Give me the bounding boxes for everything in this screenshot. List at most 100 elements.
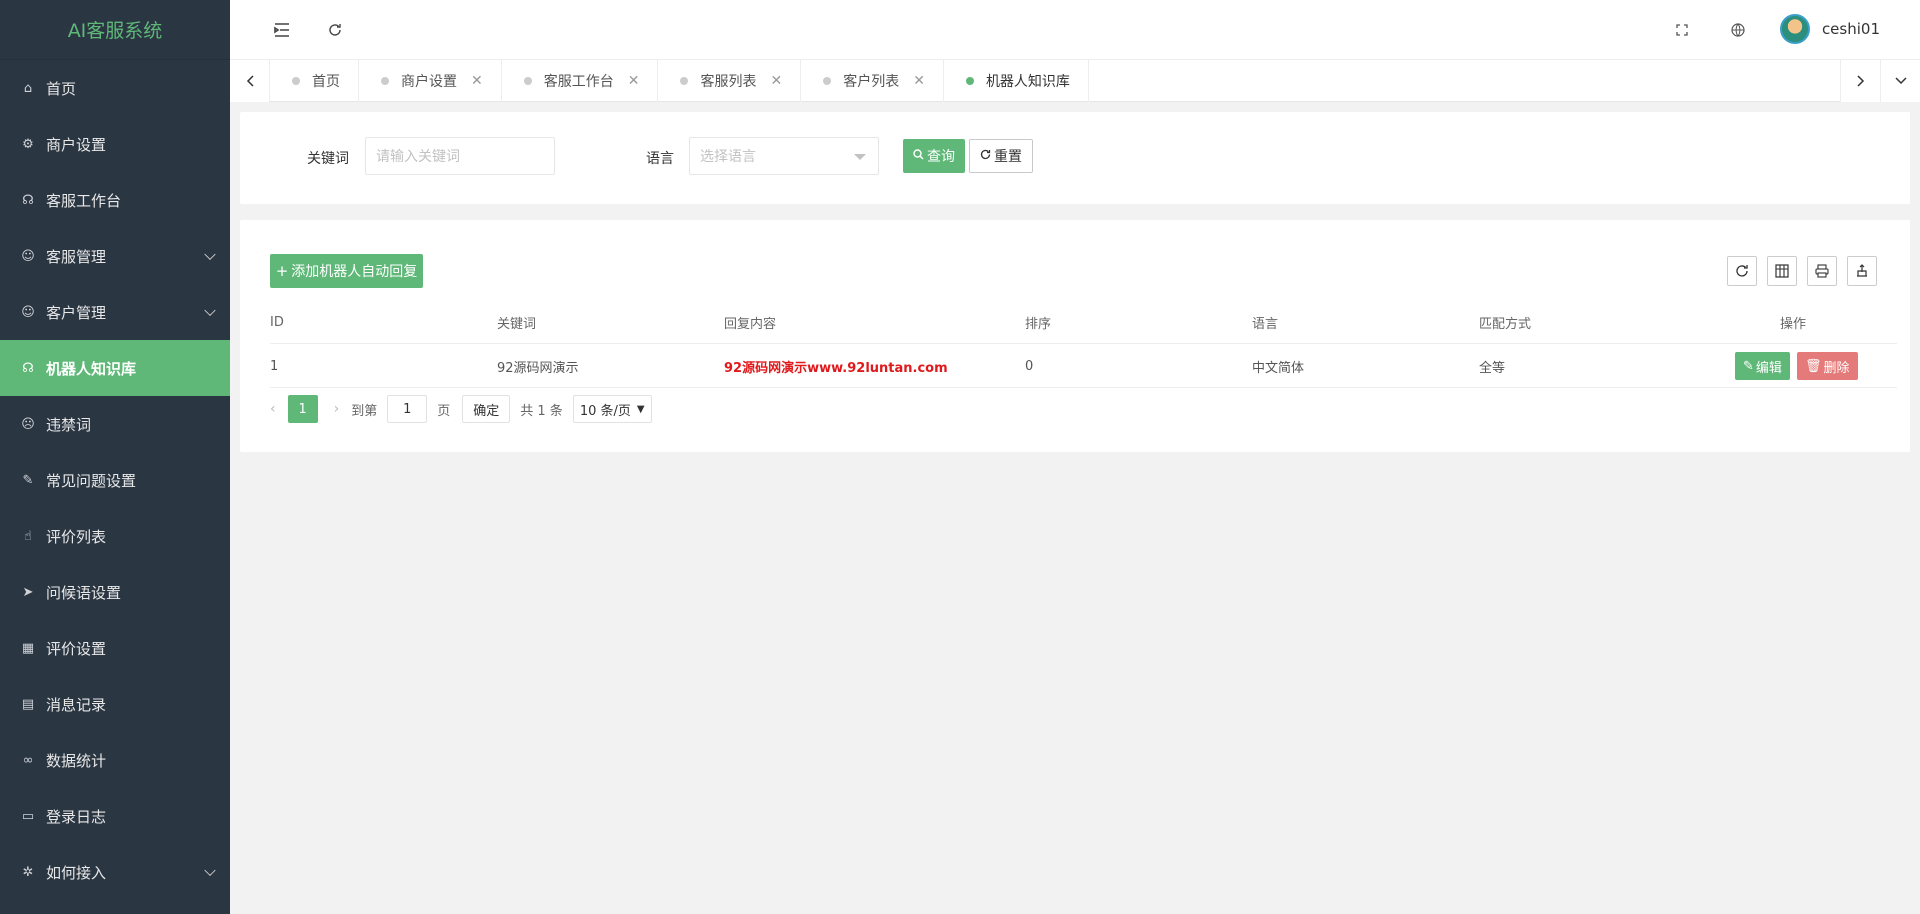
menu-toggle-icon[interactable]	[270, 18, 294, 42]
calendar-icon: ▦	[21, 640, 35, 656]
window-icon: ▭	[21, 808, 35, 824]
table-card: + 添加机器人自动回复 ID 关键词 回复内容 排序 语言 匹配方式 操作 1 …	[240, 220, 1910, 452]
header-keyword: 关键词	[497, 316, 537, 332]
reset-button[interactable]: 重置	[969, 139, 1033, 173]
tab-dot-icon	[823, 77, 832, 85]
header-match-type: 匹配方式	[1479, 316, 1532, 332]
table-refresh-icon[interactable]	[1727, 256, 1757, 286]
chevron-down-icon	[204, 864, 216, 877]
edit-button-label: 编辑	[1755, 360, 1782, 376]
username: ceshi01	[1821, 20, 1880, 38]
smiley-icon: ☹	[21, 416, 35, 432]
sidebar-item-6[interactable]: ☹ 违禁词	[0, 396, 230, 452]
total-count: 共 1 条	[520, 403, 563, 419]
next-page-icon[interactable]: ›	[334, 401, 340, 417]
sidebar-item-5[interactable]: ☊ 机器人知识库	[0, 340, 230, 396]
sidebar-item-label: 违禁词	[46, 415, 92, 434]
keyword-input[interactable]: 请输入关键词	[365, 137, 555, 175]
sidebar-item-8[interactable]: ☝ 评价列表	[0, 508, 230, 564]
header-actions: 操作	[1780, 316, 1807, 332]
sidebar-item-1[interactable]: ⚙ 商户设置	[0, 116, 230, 172]
prev-page-icon[interactable]: ‹	[270, 401, 276, 417]
table-header: ID 关键词 回复内容 排序 语言 匹配方式 操作	[270, 300, 1897, 344]
sidebar-item-label: 评价列表	[46, 527, 107, 546]
tab-0[interactable]: 首页	[270, 60, 359, 102]
customer-icon: ☺	[21, 304, 35, 320]
sidebar-item-13[interactable]: ▭ 登录日志	[0, 788, 230, 844]
sidebar-item-0[interactable]: ⌂ 首页	[0, 60, 230, 116]
sidebar-item-2[interactable]: ☊ 客服工作台	[0, 172, 230, 228]
tab-label: 客服工作台	[543, 74, 614, 90]
table-row: 1 92源码网演示 92源码网演示www.92luntan.com 0 中文简体…	[270, 344, 1897, 388]
page-size-label: 10 条/页	[579, 403, 631, 419]
tab-2[interactable]: 客服工作台 ✕	[502, 60, 659, 102]
thumbs-up-icon: ☝	[24, 528, 32, 544]
refresh-icon[interactable]	[323, 18, 347, 42]
fullscreen-icon[interactable]	[1670, 18, 1694, 42]
sidebar-item-label: 机器人知识库	[46, 359, 137, 378]
add-button-label: 添加机器人自动回复	[291, 264, 418, 280]
sidebar-item-14[interactable]: ✲ 如何接入	[0, 844, 230, 900]
trash-icon: 🗑	[1805, 358, 1822, 374]
sidebar-item-7[interactable]: ✎ 常见问题设置	[0, 452, 230, 508]
tab-label: 商户设置	[401, 74, 457, 90]
sidebar-item-label: 客服工作台	[46, 191, 122, 210]
sidebar-item-11[interactable]: ▤ 消息记录	[0, 676, 230, 732]
select-caret-icon	[854, 154, 866, 160]
tab-5[interactable]: 机器人知识库	[944, 60, 1089, 102]
language-globe-icon[interactable]	[1726, 18, 1750, 42]
tabs-scroll-left-icon[interactable]	[230, 60, 270, 102]
header-language: 语言	[1252, 316, 1279, 332]
edit-button[interactable]: ✎ 编辑	[1735, 352, 1790, 380]
user-menu[interactable]: ceshi01	[1779, 14, 1880, 44]
tab-dot-icon	[680, 77, 689, 85]
export-icon[interactable]	[1847, 256, 1877, 286]
tab-dot-icon	[523, 77, 532, 85]
tab-label: 客户列表	[843, 74, 900, 90]
tab-close-icon[interactable]: ✕	[913, 73, 925, 89]
add-robot-reply-button[interactable]: + 添加机器人自动回复	[270, 254, 423, 288]
sidebar-item-label: 首页	[46, 79, 77, 98]
search-icon	[913, 148, 924, 164]
goto-confirm-button[interactable]: 确定	[462, 395, 511, 423]
chevron-down-icon	[204, 304, 216, 317]
sidebar-item-10[interactable]: ▦ 评价设置	[0, 620, 230, 676]
sidebar-item-label: 客服管理	[46, 247, 107, 266]
gear-icon: ⚙	[22, 136, 34, 152]
language-select[interactable]: 选择语言	[689, 137, 879, 175]
sidebar-item-12[interactable]: ∞ 数据统计	[0, 732, 230, 788]
sidebar-item-4[interactable]: ☺ 客户管理	[0, 284, 230, 340]
headset-icon: ☊	[22, 192, 34, 208]
tab-4[interactable]: 客户列表 ✕	[801, 60, 944, 102]
reset-button-label: 重置	[994, 149, 1022, 165]
cell-id: 1	[270, 358, 279, 374]
sidebar-item-label: 如何接入	[46, 863, 107, 882]
reset-icon	[980, 148, 991, 164]
tabs-dropdown-icon[interactable]	[1880, 60, 1920, 102]
language-placeholder: 选择语言	[700, 149, 756, 165]
sidebar-item-label: 评价设置	[46, 639, 107, 658]
tab-close-icon[interactable]: ✕	[770, 73, 782, 89]
tab-1[interactable]: 商户设置 ✕	[359, 60, 502, 102]
edit-note-icon: ✎	[22, 472, 34, 488]
cell-reply-content: 92源码网演示www.92luntan.com	[724, 360, 948, 376]
tab-label: 机器人知识库	[985, 74, 1070, 90]
robot-icon: ☊	[22, 360, 34, 376]
header-reply-content: 回复内容	[724, 316, 777, 332]
delete-button[interactable]: 🗑 删除	[1797, 352, 1858, 380]
tabs-scroll-right-icon[interactable]	[1840, 60, 1880, 102]
query-button[interactable]: 查询	[903, 139, 965, 173]
tab-label: 客服列表	[700, 74, 757, 90]
sidebar-item-9[interactable]: ➤ 问候语设置	[0, 564, 230, 620]
sidebar-item-3[interactable]: ☺ 客服管理	[0, 228, 230, 284]
page-number-current[interactable]: 1	[287, 395, 318, 423]
columns-filter-icon[interactable]	[1767, 256, 1797, 286]
tab-3[interactable]: 客服列表 ✕	[658, 60, 802, 102]
print-icon[interactable]	[1807, 256, 1837, 286]
tab-close-icon[interactable]: ✕	[471, 73, 483, 89]
cell-keyword: 92源码网演示	[497, 360, 579, 376]
tab-close-icon[interactable]: ✕	[628, 73, 640, 89]
sidebar-item-label: 登录日志	[46, 807, 107, 826]
goto-page-input[interactable]: 1	[387, 395, 428, 423]
page-size-select[interactable]: 10 条/页 ▼	[572, 395, 652, 423]
